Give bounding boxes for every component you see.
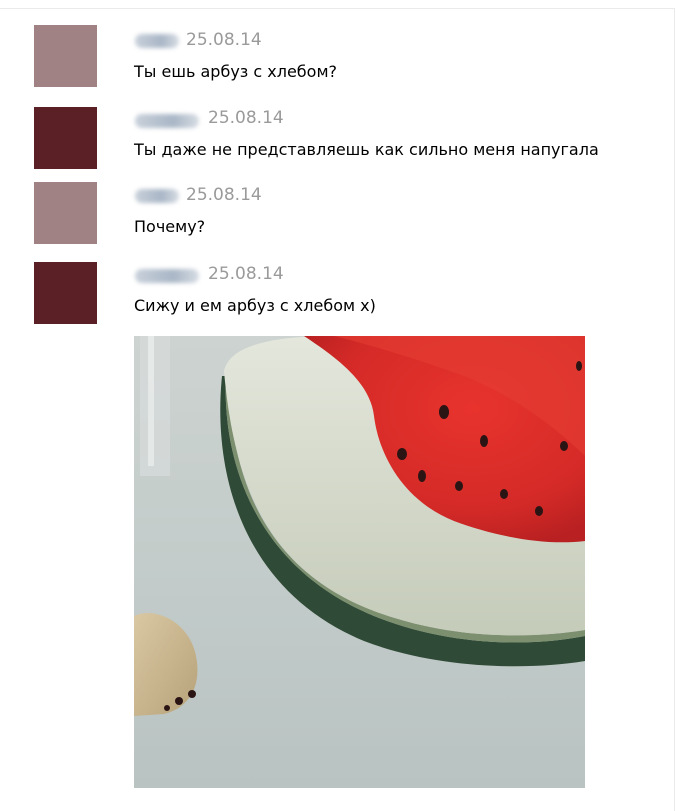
avatar[interactable] [34,107,97,169]
watermelon-photo [134,336,585,788]
message-text: Ты ешь арбуз с хлебом? [134,62,338,81]
author-name-blurred[interactable] [135,114,199,128]
message-text: Сижу и ем арбуз с хлебом х) [134,296,376,315]
message-date[interactable]: 25.08.14 [208,108,284,128]
author-name-blurred[interactable] [135,189,179,203]
avatar[interactable] [34,182,97,244]
avatar[interactable] [34,262,97,324]
message-date[interactable]: 25.08.14 [186,30,262,50]
message-text: Ты даже не представляешь как сильно меня… [134,140,599,159]
message-date[interactable]: 25.08.14 [208,264,284,284]
message-text: Почему? [134,217,206,236]
message-date[interactable]: 25.08.14 [186,185,262,205]
photo-attachment[interactable] [134,336,585,788]
author-name-blurred[interactable] [135,34,179,48]
author-name-blurred[interactable] [135,269,199,283]
avatar[interactable] [34,25,97,87]
